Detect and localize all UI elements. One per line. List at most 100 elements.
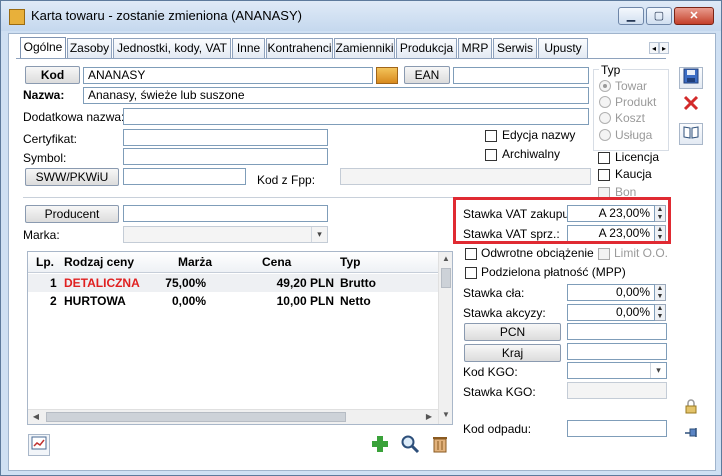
save-icon[interactable] — [679, 67, 703, 89]
mpp-label: Podzielona płatność (MPP) — [481, 265, 626, 279]
certyfikat-input[interactable] — [123, 129, 328, 146]
ean-input[interactable] — [453, 67, 589, 84]
tab-produkcja[interactable]: Produkcja — [396, 38, 457, 58]
typ-produkt-radio[interactable] — [599, 96, 611, 108]
table-row[interactable]: 1 DETALICZNA 75,00% 49,20 PLN Brutto — [28, 274, 438, 292]
cell-lp: 1 — [50, 276, 57, 290]
scroll-down-icon[interactable]: ▼ — [439, 410, 452, 419]
pcn-input[interactable] — [567, 323, 667, 340]
price-table[interactable]: Lp. Rodzaj ceny Marża Cena Typ 1 DETALIC… — [27, 251, 453, 425]
producent-button[interactable]: Producent — [25, 205, 119, 223]
book-icon[interactable] — [679, 123, 703, 145]
typ-usluga-label: Usługa — [615, 128, 653, 142]
nazwa-input[interactable]: Ananasy, świeże lub suszone — [83, 87, 589, 104]
kod-button[interactable]: Kod — [25, 66, 80, 84]
table-header: Lp. Rodzaj ceny Marża Cena Typ — [28, 252, 452, 273]
kraj-input[interactable] — [567, 343, 667, 360]
ean-button[interactable]: EAN — [404, 66, 450, 84]
tab-scroll-right[interactable]: ▸ — [659, 42, 669, 54]
kod-generate-icon[interactable] — [376, 67, 398, 84]
cell-rodzaj: DETALICZNA — [64, 276, 140, 290]
stawka-kgo-input[interactable] — [567, 382, 667, 399]
add-icon[interactable] — [369, 434, 391, 456]
kod-kgo-select[interactable]: ▾ — [567, 362, 667, 379]
tab-kontrahenci[interactable]: Kontrahenci — [266, 38, 333, 58]
chevron-down-icon[interactable]: ▾ — [650, 363, 666, 378]
tab-mrp[interactable]: MRP — [458, 38, 492, 58]
stawka-akcyzy-spinner[interactable]: ▲ ▼ — [655, 304, 666, 321]
lock-icon[interactable] — [679, 398, 703, 420]
tab-upusty[interactable]: Upusty — [538, 38, 588, 58]
horizontal-scrollbar[interactable]: ◀ ▶ — [28, 409, 438, 424]
window-title: Karta towaru - zostanie zmieniona (ANANA… — [31, 8, 302, 23]
licencja-checkbox[interactable] — [598, 152, 610, 164]
col-lp[interactable]: Lp. — [36, 255, 54, 269]
col-rodzaj-ceny[interactable]: Rodzaj ceny — [64, 255, 134, 269]
col-marza[interactable]: Marża — [178, 255, 212, 269]
cell-cena: 49,20 PLN — [276, 276, 334, 290]
pin-icon[interactable] — [679, 425, 703, 447]
scroll-left-icon[interactable]: ◀ — [31, 412, 41, 421]
tab-inne[interactable]: Inne — [232, 38, 265, 58]
symbol-input[interactable] — [123, 148, 328, 165]
kod-fpp-input[interactable] — [340, 168, 591, 185]
stawka-akcyzy-input[interactable]: 0,00% — [567, 304, 655, 321]
scroll-up-icon[interactable]: ▲ — [439, 254, 452, 263]
kod-odpadu-label: Kod odpadu: — [463, 422, 532, 436]
tab-ogolne[interactable]: Ogólne — [20, 37, 66, 59]
kod-input[interactable]: ANANASY — [83, 67, 373, 84]
cell-rodzaj: HURTOWA — [64, 294, 126, 308]
symbol-label: Symbol: — [23, 151, 67, 165]
marka-select[interactable]: ▾ — [123, 226, 328, 243]
typ-towar-label: Towar — [615, 79, 648, 93]
search-icon[interactable] — [399, 434, 421, 456]
producent-input[interactable] — [123, 205, 328, 222]
tab-zamienniki[interactable]: Zamienniki — [334, 38, 395, 58]
delete-icon[interactable] — [679, 95, 703, 117]
edycja-nazwy-checkbox[interactable] — [485, 130, 497, 142]
limit-oo-checkbox[interactable] — [598, 248, 610, 260]
table-row[interactable]: 2 HURTOWA 0,00% 10,00 PLN Netto — [28, 292, 438, 310]
maximize-button[interactable]: ▢ — [646, 7, 672, 25]
minimize-button[interactable]: ▁ — [618, 7, 644, 25]
tab-serwis[interactable]: Serwis — [493, 38, 537, 58]
mpp-checkbox[interactable] — [465, 267, 477, 279]
typ-towar-radio[interactable] — [599, 80, 611, 92]
tab-jednostki[interactable]: Jednostki, kody, VAT — [113, 38, 231, 58]
stawka-cla-spinner[interactable]: ▲ ▼ — [655, 284, 666, 301]
title-bar[interactable]: Karta towaru - zostanie zmieniona (ANANA… — [1, 1, 721, 31]
cell-typ: Brutto — [340, 276, 376, 290]
sww-pkwiu-button[interactable]: SWW/PKWiU — [25, 168, 119, 186]
typ-usluga-radio[interactable] — [599, 129, 611, 141]
stawka-kgo-label: Stawka KGO: — [463, 385, 536, 399]
kaucja-checkbox[interactable] — [598, 169, 610, 181]
trash-icon[interactable] — [429, 434, 451, 456]
stawka-cla-input[interactable]: 0,00% — [567, 284, 655, 301]
scroll-right-icon[interactable]: ▶ — [424, 412, 434, 421]
vertical-scrollbar[interactable]: ▲ ▼ — [438, 252, 452, 424]
scroll-thumb-h[interactable] — [46, 412, 346, 422]
col-cena[interactable]: Cena — [262, 255, 291, 269]
kod-odpadu-input[interactable] — [567, 420, 667, 437]
vat-highlight-box — [453, 197, 671, 244]
kaucja-label: Kaucja — [615, 167, 652, 181]
close-button[interactable]: ✕ — [674, 7, 714, 25]
chart-icon[interactable] — [28, 434, 50, 456]
kod-fpp-label: Kod z Fpp: — [257, 173, 316, 187]
cell-marza: 75,00% — [165, 276, 206, 290]
kraj-button[interactable]: Kraj — [464, 344, 561, 362]
dodatkowa-nazwa-input[interactable] — [123, 108, 589, 125]
tab-scroll-left[interactable]: ◂ — [649, 42, 659, 54]
chevron-down-icon[interactable]: ▾ — [311, 227, 327, 242]
tab-zasoby[interactable]: Zasoby — [67, 38, 112, 58]
scroll-thumb[interactable] — [441, 268, 451, 288]
typ-koszt-radio[interactable] — [599, 112, 611, 124]
odwrotne-obciazenie-checkbox[interactable] — [465, 248, 477, 260]
sww-pkwiu-input[interactable] — [123, 168, 246, 185]
typ-koszt-label: Koszt — [615, 111, 646, 125]
archiwalny-checkbox[interactable] — [485, 149, 497, 161]
app-icon — [9, 9, 25, 25]
pcn-button[interactable]: PCN — [464, 323, 561, 341]
separator — [23, 197, 453, 198]
col-typ[interactable]: Typ — [340, 255, 360, 269]
